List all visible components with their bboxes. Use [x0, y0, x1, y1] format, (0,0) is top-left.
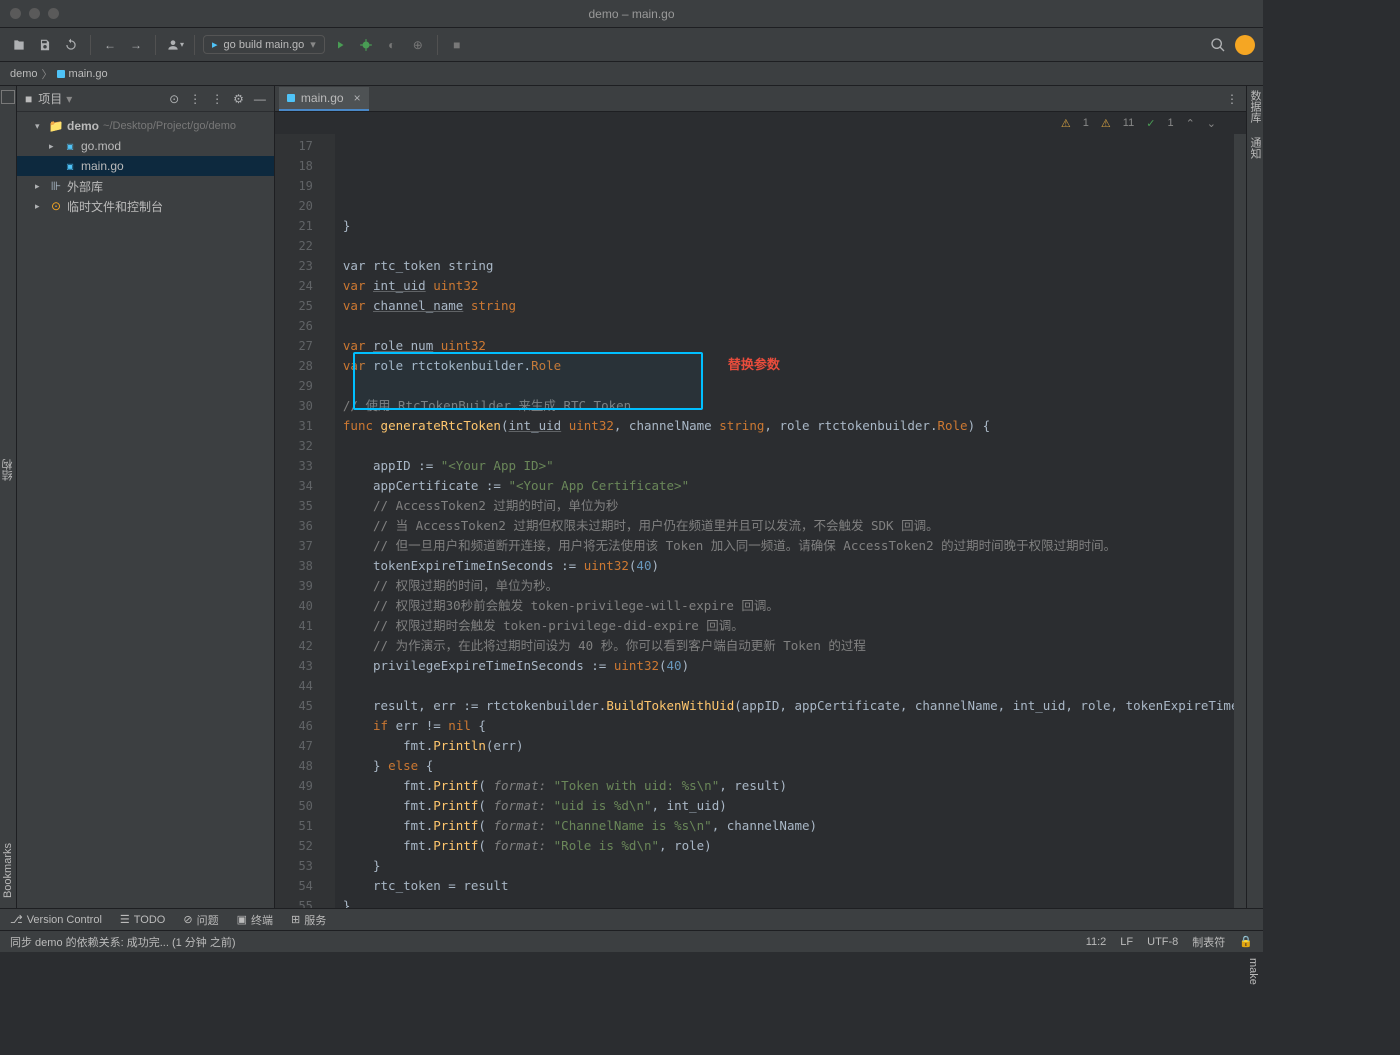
coverage-icon[interactable]: ◐ — [381, 34, 403, 56]
line-separator[interactable]: LF — [1120, 936, 1133, 948]
open-icon[interactable] — [8, 34, 30, 56]
run-button[interactable] — [329, 34, 351, 56]
gear-icon[interactable]: ⚙ — [233, 92, 244, 106]
tab-label: main.go — [301, 91, 344, 105]
user-icon[interactable]: ▾ — [164, 34, 186, 56]
editor-tab[interactable]: main.go × — [279, 87, 369, 111]
fold-column[interactable] — [323, 134, 335, 908]
tree-item-external[interactable]: ▸ ⊪ 外部库 — [17, 176, 274, 196]
collapse-icon[interactable]: ⋮ — [211, 92, 223, 106]
breadcrumb-item[interactable]: demo — [10, 68, 38, 80]
error-stripe[interactable] — [1234, 134, 1246, 908]
version-control-tab[interactable]: ⎇Version Control — [10, 913, 102, 926]
indent-style[interactable]: 制表符 — [1192, 934, 1225, 950]
todo-tab[interactable]: ☰TODO — [120, 913, 165, 926]
close-window-icon[interactable] — [10, 8, 21, 19]
tab-actions-icon[interactable]: ⋮ — [1226, 92, 1246, 106]
window-title: demo – main.go — [588, 7, 674, 21]
database-tool[interactable]: 数据库 — [1247, 86, 1263, 123]
profile-icon[interactable]: ⊕ — [407, 34, 429, 56]
forward-icon[interactable]: → — [125, 34, 147, 56]
project-tool-icon[interactable] — [1, 90, 15, 104]
line-number-gutter[interactable]: 1718192021222324252627282930313233343536… — [275, 134, 323, 908]
code-editor[interactable]: 替换参数 }var rtc_token stringvar int_uid ui… — [335, 134, 1246, 908]
select-opened-icon[interactable]: ⊙ — [169, 92, 179, 106]
run-config-label: go build main.go — [224, 39, 305, 51]
lock-icon[interactable]: 🔒 — [1239, 935, 1253, 948]
problems-tab[interactable]: ⊘问题 — [183, 912, 218, 928]
sync-icon[interactable] — [60, 34, 82, 56]
title-bar: demo – main.go — [0, 0, 1263, 28]
run-config-selector[interactable]: ▸ go build main.go ▾ — [203, 35, 325, 54]
structure-tool[interactable]: 结构 — [0, 459, 16, 481]
status-bar: 同步 demo 的依赖关系: 成功完... (1 分钟 之前) 11:2 LF … — [0, 930, 1263, 952]
make-tool[interactable]: make — [1247, 954, 1259, 985]
breadcrumb: demo 〉 main.go — [0, 62, 1263, 86]
project-header-label: 项目 — [38, 90, 62, 107]
left-tool-strip: 结构 Bookmarks — [0, 86, 17, 908]
go-file-icon — [287, 94, 295, 102]
go-file-icon — [57, 70, 65, 78]
save-all-icon[interactable] — [34, 34, 56, 56]
main-toolbar: ← → ▾ ▸ go build main.go ▾ ◐ ⊕ ■ — [0, 28, 1263, 62]
search-icon[interactable] — [1207, 34, 1229, 56]
minimize-window-icon[interactable] — [29, 8, 40, 19]
status-message: 同步 demo 的依赖关系: 成功完... (1 分钟 之前) — [10, 934, 236, 950]
tree-root[interactable]: ▾ 📁 demo ~/Desktop/Project/go/demo — [17, 116, 274, 136]
bookmarks-tool[interactable]: Bookmarks — [2, 843, 14, 898]
project-tree: ▾ 📁 demo ~/Desktop/Project/go/demo ▸ ▣ g… — [17, 112, 274, 908]
encoding[interactable]: UTF-8 — [1147, 936, 1178, 948]
editor-area: main.go × ⋮ ⚠1 ⚠11 ✓1 ⌃⌄ 171819202122232… — [275, 86, 1246, 908]
expand-all-icon[interactable]: ⋮ — [189, 92, 201, 106]
close-tab-icon[interactable]: × — [354, 91, 361, 105]
notifications-tool[interactable]: 通知 — [1247, 133, 1263, 159]
tree-item-scratch[interactable]: ▸ ⊙ 临时文件和控制台 — [17, 196, 274, 216]
bottom-tool-tabs: ⎇Version Control ☰TODO ⊘问题 ▣终端 ⊞服务 — [0, 908, 1263, 930]
hide-icon[interactable]: — — [254, 92, 266, 106]
zoom-window-icon[interactable] — [48, 8, 59, 19]
services-tab[interactable]: ⊞服务 — [291, 912, 326, 928]
inspection-status[interactable]: ⚠1 ⚠11 ✓1 ⌃⌄ — [275, 112, 1246, 134]
right-tool-strip: 数据库 通知 make — [1246, 86, 1263, 908]
tree-item-maingo[interactable]: ▣ main.go — [17, 156, 274, 176]
project-panel: ■ 项目 ▾ ⊙ ⋮ ⋮ ⚙ — ▾ 📁 demo ~/Desktop/Proj… — [17, 86, 275, 908]
stop-icon[interactable]: ■ — [446, 34, 468, 56]
cursor-position[interactable]: 11:2 — [1086, 936, 1107, 948]
tree-item-gomod[interactable]: ▸ ▣ go.mod — [17, 136, 274, 156]
back-icon[interactable]: ← — [99, 34, 121, 56]
terminal-tab[interactable]: ▣终端 — [237, 912, 273, 928]
breadcrumb-item[interactable]: main.go — [69, 68, 108, 80]
debug-button[interactable] — [355, 34, 377, 56]
avatar[interactable] — [1235, 35, 1255, 55]
